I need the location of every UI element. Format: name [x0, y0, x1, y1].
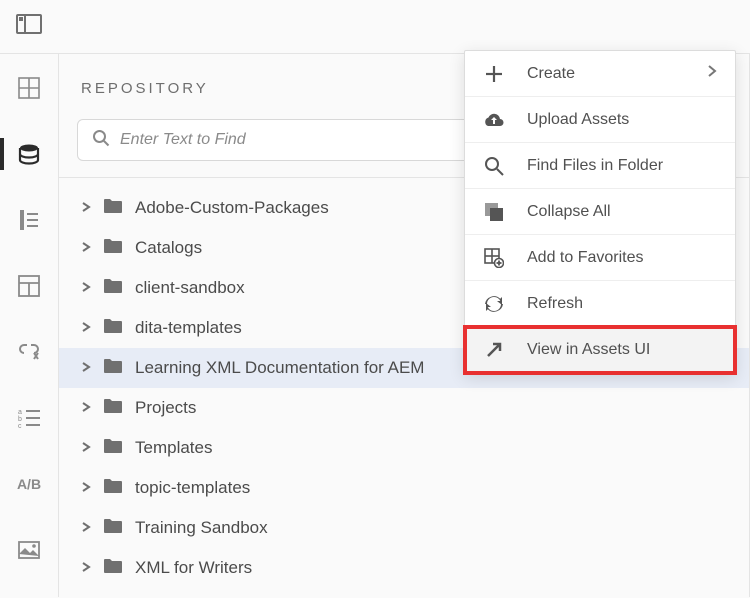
menu-create[interactable]: Create	[465, 51, 735, 97]
favorites-add-icon	[483, 248, 505, 268]
chevron-right-icon	[81, 198, 91, 218]
folder-icon	[103, 278, 123, 299]
tree-item-label: topic-templates	[135, 478, 250, 498]
tree-item-label: Adobe-Custom-Packages	[135, 198, 329, 218]
tree-item-label: Projects	[135, 398, 196, 418]
folder-icon	[103, 518, 123, 539]
chevron-right-icon	[81, 238, 91, 258]
tree-row[interactable]: Projects	[59, 388, 749, 428]
chevron-right-icon	[81, 438, 91, 458]
menu-label: View in Assets UI	[527, 341, 717, 359]
menu-upload-assets[interactable]: Upload Assets	[465, 97, 735, 143]
folder-icon	[103, 198, 123, 219]
svg-text:b: b	[18, 416, 22, 423]
menu-label: Find Files in Folder	[527, 157, 717, 175]
folder-icon	[103, 238, 123, 259]
tree-item-label: dita-templates	[135, 318, 242, 338]
chevron-right-icon	[707, 64, 717, 83]
tree-row[interactable]: Templates	[59, 428, 749, 468]
svg-text:c: c	[18, 423, 22, 428]
menu-collapse-all[interactable]: Collapse All	[465, 189, 735, 235]
panel-icon	[16, 14, 42, 39]
search-icon	[483, 156, 505, 176]
folder-icon	[103, 558, 123, 579]
chevron-right-icon	[81, 358, 91, 378]
menu-label: Create	[527, 65, 685, 83]
tree-item-label: XML for Writers	[135, 558, 252, 578]
context-menu: Create Upload Assets Find Files in Folde…	[464, 50, 736, 374]
menu-add-favorites[interactable]: Add to Favorites	[465, 235, 735, 281]
cloud-upload-icon	[483, 111, 505, 129]
rail-layout[interactable]	[0, 270, 58, 302]
folder-icon	[103, 438, 123, 459]
menu-label: Add to Favorites	[527, 249, 717, 267]
external-icon	[483, 341, 505, 359]
search-icon	[92, 129, 110, 152]
tree-row[interactable]: topic-templates	[59, 468, 749, 508]
chevron-right-icon	[81, 518, 91, 538]
chevron-right-icon	[81, 478, 91, 498]
rail-outline[interactable]	[0, 204, 58, 236]
menu-label: Upload Assets	[527, 111, 717, 129]
chevron-right-icon	[81, 318, 91, 338]
left-rail: abc A/B	[0, 54, 58, 597]
rail-image[interactable]	[0, 534, 58, 566]
top-bar	[0, 0, 750, 54]
folder-icon	[103, 398, 123, 419]
menu-view-assets-ui[interactable]: View in Assets UI	[465, 327, 735, 373]
refresh-icon	[483, 294, 505, 314]
menu-refresh[interactable]: Refresh	[465, 281, 735, 327]
tree-row[interactable]: XML for Writers	[59, 548, 749, 588]
tree-item-label: Catalogs	[135, 238, 202, 258]
folder-icon	[103, 318, 123, 339]
chevron-right-icon	[81, 558, 91, 578]
tree-item-label: Training Sandbox	[135, 518, 268, 538]
tree-item-label: client-sandbox	[135, 278, 245, 298]
chevron-right-icon	[81, 398, 91, 418]
tree-item-label: Templates	[135, 438, 212, 458]
menu-label: Refresh	[527, 295, 717, 313]
svg-text:a: a	[18, 409, 22, 416]
rail-repository[interactable]	[0, 138, 58, 170]
folder-icon	[103, 358, 123, 379]
collapse-icon	[483, 202, 505, 222]
tree-row[interactable]: Training Sandbox	[59, 508, 749, 548]
chevron-right-icon	[81, 278, 91, 298]
rail-link[interactable]	[0, 336, 58, 368]
menu-find-files[interactable]: Find Files in Folder	[465, 143, 735, 189]
folder-icon	[103, 478, 123, 499]
tree-item-label: Learning XML Documentation for AEM	[135, 358, 424, 378]
rail-ab[interactable]: A/B	[0, 468, 58, 500]
plus-icon	[483, 65, 505, 83]
panel-title: REPOSITORY	[81, 80, 209, 97]
rail-grid[interactable]	[0, 72, 58, 104]
menu-label: Collapse All	[527, 203, 717, 221]
rail-list[interactable]: abc	[0, 402, 58, 434]
